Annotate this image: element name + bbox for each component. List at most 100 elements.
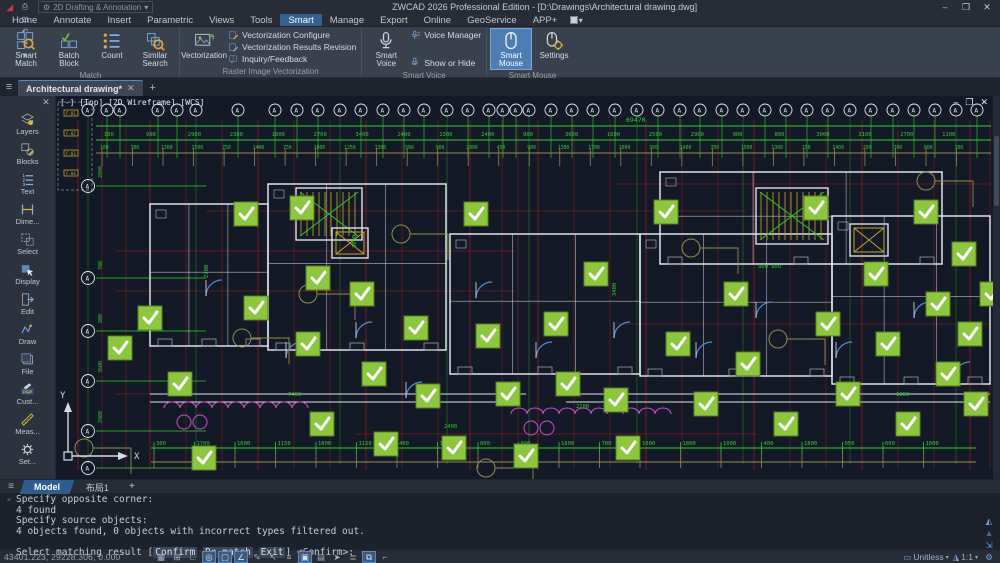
svg-text:A: A: [954, 108, 958, 115]
sidebar-close-button[interactable]: ✕: [37, 96, 55, 109]
auto-scale-icon[interactable]: ⩓: [982, 527, 996, 539]
vertical-scrollbar[interactable]: [993, 96, 1000, 479]
ribbon-tab-geoservice[interactable]: GeoService: [459, 14, 525, 26]
sidebar-item-blocks[interactable]: Blocks: [0, 139, 55, 169]
ribbon-button-count[interactable]: Count: [91, 28, 133, 70]
layout-tab-model[interactable]: Model: [20, 480, 75, 494]
document-tab[interactable]: Architectural drawing* ✕: [18, 80, 143, 96]
ribbon-tab-online[interactable]: Online: [416, 14, 459, 26]
menu-extra-dropdown[interactable]: ▾: [565, 14, 587, 26]
sidebar-item-draw[interactable]: Draw: [0, 319, 55, 349]
svg-text:2900: 2900: [691, 132, 704, 138]
print-button[interactable]: ⎙: [19, 1, 31, 13]
doc-close-icon[interactable]: ✕: [980, 97, 988, 108]
ribbon-button-vectorization-results-revision[interactable]: Vectorization Results Revision: [226, 41, 358, 53]
new-tab-button[interactable]: +: [143, 80, 163, 96]
ortho-icon[interactable]: ∟: [186, 551, 200, 563]
ribbon-tab-export[interactable]: Export: [372, 14, 415, 26]
workspace-switcher[interactable]: ⚙ 2D Drafting & Annotation ▾: [38, 1, 153, 13]
minimize-button[interactable]: –: [936, 1, 954, 13]
quick-properties-icon[interactable]: ➤: [330, 551, 344, 563]
svg-text:1150: 1150: [278, 441, 291, 447]
svg-text:A: A: [316, 108, 320, 115]
sidebar-item-file[interactable]: File: [0, 349, 55, 379]
grid-icon[interactable]: ▦: [154, 551, 168, 563]
join-icon[interactable]: ⌐: [378, 551, 392, 563]
ribbon-button-voice-manager[interactable]: Voice Manager: [408, 29, 483, 41]
ribbon-tab-annotate[interactable]: Annotate: [45, 14, 99, 26]
ribbon-button-vectorization-configure[interactable]: Vectorization Configure: [226, 29, 358, 41]
polar-tracking-icon[interactable]: ◎: [202, 551, 216, 563]
selection-cycling-icon[interactable]: ▣: [298, 551, 312, 563]
switch-workspace-icon[interactable]: ⇲: [982, 539, 996, 551]
maximize-button[interactable]: ❐: [957, 1, 975, 13]
svg-text:1800: 1800: [896, 392, 909, 398]
object-snap-icon[interactable]: ▢: [218, 551, 232, 563]
snap-icon[interactable]: ⊞: [170, 551, 184, 563]
transparency-icon[interactable]: ≡: [282, 551, 296, 563]
ribbon-button-show-or-hide[interactable]: Show or Hide: [408, 57, 483, 69]
ribbon-tab-tools[interactable]: Tools: [242, 14, 280, 26]
sidebar-item-text[interactable]: 123Text: [0, 169, 55, 199]
sidebar-item-edit[interactable]: Edit: [0, 289, 55, 319]
add-layout-button[interactable]: +: [123, 481, 141, 492]
ribbon-button-inquiry-feedback[interactable]: iInquiry/Feedback: [226, 53, 358, 65]
units-dropdown[interactable]: ▭ Unitless▾: [903, 552, 948, 563]
sidebar-item-layers[interactable]: Layers: [0, 109, 55, 139]
sidebar-item-meas[interactable]: Meas...: [0, 409, 55, 439]
annotation-monitor-icon[interactable]: ▤: [314, 551, 328, 563]
viewport-controls[interactable]: [-] [Top] [2D Wireframe] [WCS]: [60, 98, 205, 107]
drawing-canvas[interactable]: F-01F-02F-03F-04694701009002900230018002…: [56, 96, 1000, 479]
ribbon-tab-views[interactable]: Views: [201, 14, 242, 26]
sidebar-item-dime[interactable]: Dime...: [0, 199, 55, 229]
units-icon: ▭: [903, 552, 911, 563]
ribbon-button-smart-mouse[interactable]: SmartMouse: [490, 28, 532, 70]
object-snap-tracking-icon[interactable]: ∠: [234, 551, 248, 563]
ribbon-tab-smart[interactable]: Smart: [280, 14, 321, 26]
ribbon-tab-manage[interactable]: Manage: [322, 14, 372, 26]
doc-minimize-icon[interactable]: –: [953, 97, 958, 108]
command-close-icon[interactable]: ✕: [2, 495, 16, 549]
ribbon-tab-app[interactable]: APP+: [525, 14, 566, 26]
layout-tab-1[interactable]: 布局1: [72, 480, 124, 494]
sidebar-item-cust[interactable]: PGPCust...: [0, 379, 55, 409]
svg-text:3600: 3600: [98, 361, 104, 373]
sidebar-item-display[interactable]: Display: [0, 259, 55, 289]
ribbon-tab-parametric[interactable]: Parametric: [139, 14, 201, 26]
dynamic-input-icon[interactable]: ✎: [250, 551, 264, 563]
workspace-icon[interactable]: ⧉: [362, 551, 376, 563]
annotation-visibility-icon[interactable]: ◭: [982, 515, 996, 527]
ribbon-tab-home[interactable]: Home: [4, 14, 45, 26]
coordinates-readout: 43401.223, 29228.306, 0.000: [4, 552, 154, 562]
ribbon-button-settings[interactable]: Settings: [533, 28, 575, 70]
blocks-icon: [20, 142, 35, 157]
annotation-scale-dropdown[interactable]: ◮ 1:1▾: [953, 552, 978, 563]
tab-menu-icon[interactable]: ≡: [0, 78, 18, 96]
doc-restore-icon[interactable]: ❐: [965, 97, 973, 108]
ribbon-button-batch-block[interactable]: BatchBlock: [48, 28, 90, 70]
sidebar-item-label: Edit: [21, 307, 34, 316]
button-label: SimilarSearch: [142, 52, 167, 69]
svg-text:A: A: [359, 108, 363, 115]
command-line-panel[interactable]: ✕ Specify opposite corner:4 foundSpecify…: [0, 493, 1000, 549]
button-label: Show or Hide: [424, 58, 475, 68]
window-title: ZWCAD 2026 Professional Edition - [D:\Dr…: [156, 2, 933, 12]
layout-menu-icon[interactable]: ≡: [0, 481, 22, 492]
ribbon-button-vectorization[interactable]: Vectorization: [183, 28, 225, 66]
ribbon-button-similar-search[interactable]: SimilarSearch: [134, 28, 176, 70]
close-button[interactable]: ✕: [978, 1, 996, 13]
ribbon-button-smart-match[interactable]: SmartMatch: [5, 28, 47, 70]
ribbon-tab-insert[interactable]: Insert: [99, 14, 139, 26]
isolate-icon[interactable]: ≣: [346, 551, 360, 563]
scrollbar-thumb[interactable]: [994, 136, 999, 206]
ribbon-button-smart-voice[interactable]: SmartVoice: [365, 28, 407, 70]
button-label: Inquiry/Feedback: [242, 54, 307, 64]
sidebar-item-select[interactable]: Select: [0, 229, 55, 259]
sidebar-item-set[interactable]: Set...: [0, 439, 55, 469]
settings-gear-icon[interactable]: ⚙: [982, 551, 996, 563]
tool-palette-sidebar: ✕ LayersBlocks123TextDime...SelectDispla…: [0, 96, 56, 479]
lineweight-icon[interactable]: ↖: [266, 551, 280, 563]
svg-text:A: A: [891, 108, 895, 115]
tab-close-icon[interactable]: ✕: [127, 83, 135, 94]
sidebar-item-label: Cust...: [17, 397, 39, 406]
